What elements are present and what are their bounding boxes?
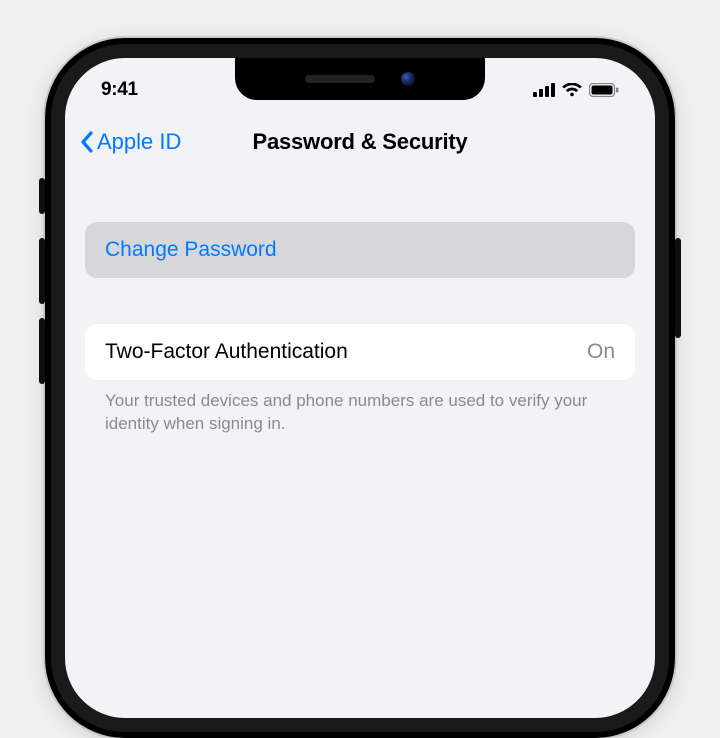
battery-icon (589, 83, 619, 97)
two-factor-footer: Your trusted devices and phone numbers a… (85, 390, 635, 436)
wifi-icon (562, 83, 582, 97)
settings-content: Change Password Two-Factor Authenticatio… (65, 186, 655, 718)
back-label: Apple ID (97, 129, 181, 155)
power-button (675, 238, 681, 338)
notch (235, 58, 485, 100)
cellular-signal-icon (533, 83, 555, 97)
two-factor-row[interactable]: Two-Factor Authentication On (85, 324, 635, 380)
navigation-bar: Apple ID Password & Security (65, 116, 655, 168)
volume-up-button (39, 238, 45, 304)
mute-switch (39, 178, 45, 214)
chevron-left-icon (79, 130, 95, 154)
screen: 9:41 (65, 58, 655, 718)
two-factor-status: On (587, 340, 615, 364)
iphone-device-frame: 9:41 (45, 38, 675, 738)
status-indicators (533, 83, 619, 97)
change-password-label: Change Password (105, 238, 277, 262)
earpiece-speaker (305, 75, 375, 83)
front-camera (401, 72, 415, 86)
status-time: 9:41 (101, 79, 138, 101)
two-factor-label: Two-Factor Authentication (105, 340, 348, 364)
change-password-row[interactable]: Change Password (85, 222, 635, 278)
back-button[interactable]: Apple ID (79, 129, 181, 155)
volume-down-button (39, 318, 45, 384)
